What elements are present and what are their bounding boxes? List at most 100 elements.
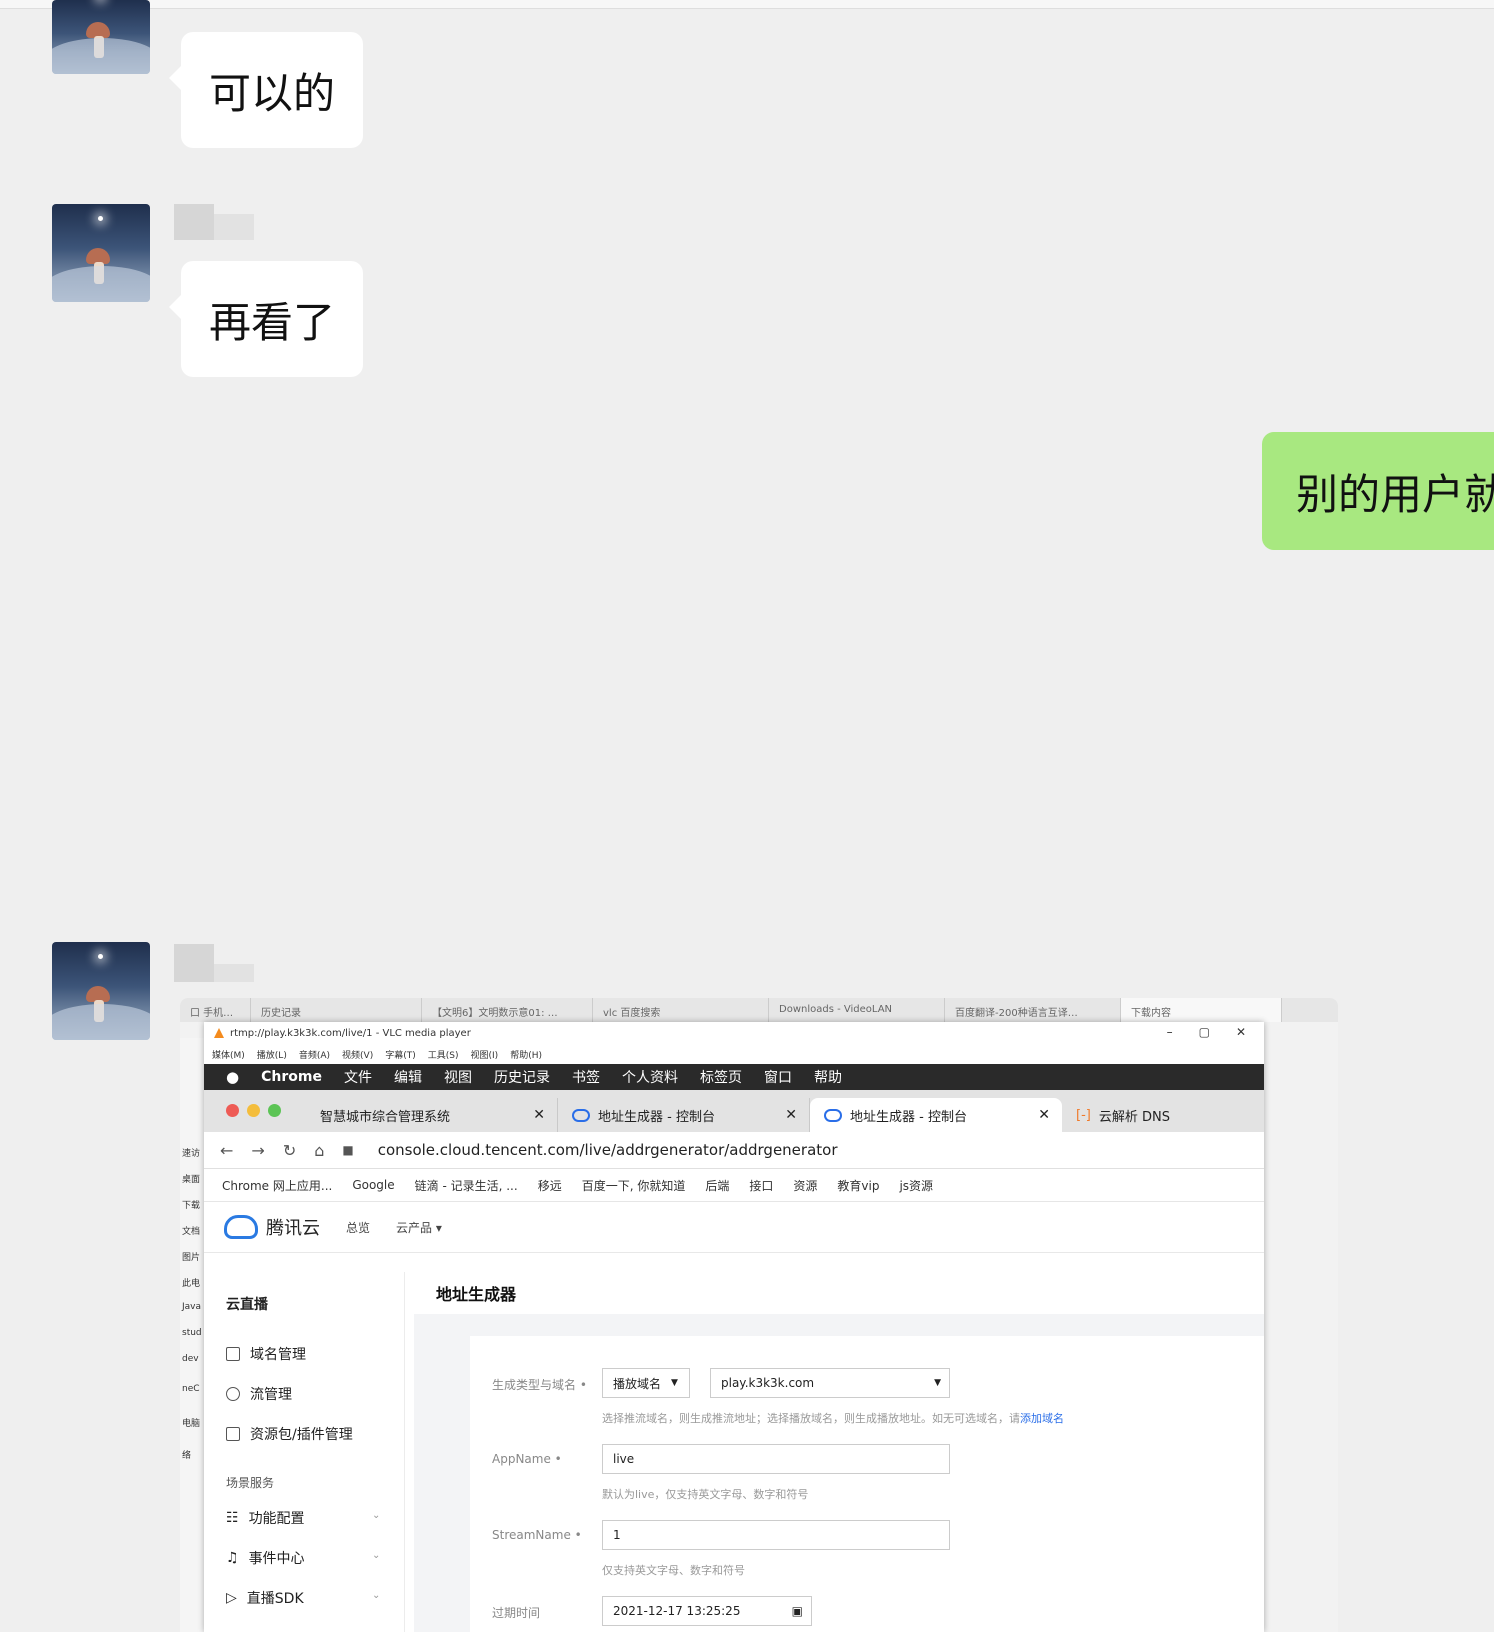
dns-icon: [-] (1076, 1107, 1091, 1123)
sidebar-item-label: 域名管理 (250, 1347, 306, 1363)
nav-item: 云产品 ▾ (396, 1220, 442, 1235)
avatar-cloud (52, 38, 150, 74)
field-label: 生成类型与域名 • (492, 1378, 587, 1392)
domain-icon (226, 1347, 240, 1361)
message-bubble[interactable]: 再看了 (168, 261, 364, 377)
mac-menu-item: 窗口 (763, 1070, 792, 1086)
console-body: 云直播 域名管理 流管理 资源包/插件管理 场景服务 ☷ 功能配置 ⌄ ♫ 事件中心… (204, 1272, 1264, 1632)
lock-icon: ■ (342, 1143, 354, 1157)
logo-text: 腾讯云 (266, 1218, 320, 1239)
explorer-item: 桌面 (182, 1175, 201, 1185)
explorer-item: 下载 (182, 1201, 201, 1211)
vlc-cone-icon (214, 1028, 224, 1038)
tencent-cloud-header: 腾讯云 总览 云产品 ▾ (204, 1202, 1264, 1253)
field-label: StreamName • (492, 1528, 582, 1542)
field-label: 过期时间 (492, 1606, 541, 1620)
field-label: AppName • (492, 1452, 562, 1466)
chrome-tab: 地址生成器 - 控制台 ✕ (558, 1098, 810, 1132)
domain-select: play.k3k3k.com ▼ (710, 1368, 950, 1398)
outer-tab: vlc 百度搜索 (593, 998, 769, 1022)
mac-menu-item: Chrome (261, 1069, 322, 1085)
type-select: 播放域名 ▼ (602, 1368, 690, 1398)
bell-icon: ♫ (226, 1550, 239, 1566)
chevron-down-icon: ⌄ (372, 1550, 381, 1561)
explorer-item: 文档 (182, 1227, 201, 1237)
chevron-down-icon: ▼ (671, 1378, 678, 1388)
url-text: console.cloud.tencent.com/live/addrgener… (377, 1141, 838, 1159)
chrome-tab: [-] 云解析 DNS (1062, 1098, 1222, 1132)
bookmark: 移远 (537, 1178, 562, 1193)
back-icon: ← (220, 1140, 234, 1160)
package-icon (226, 1427, 240, 1441)
outer-tab: 下载内容 (1121, 998, 1282, 1022)
explorer-item: dev (182, 1354, 199, 1364)
explorer-item: 速访 (182, 1149, 201, 1159)
field-hint: 默认为live，仅支持英文字母、数字和符号 (602, 1488, 809, 1501)
cloud-icon (824, 1108, 842, 1122)
mac-menu-item: 个人资料 (621, 1070, 678, 1086)
bookmark: 接口 (749, 1178, 774, 1193)
sidebar-item: 流管理 (226, 1384, 292, 1404)
bookmark: 资源 (793, 1178, 818, 1193)
avatar-star (98, 216, 103, 221)
image-message[interactable]: 口 手机… 历史记录 【文明6】文明数示意01: … vlc 百度搜索 Down… (180, 998, 1338, 1632)
outer-tab: 历史记录 (251, 998, 422, 1022)
mac-menu-item: 视图 (443, 1070, 472, 1086)
close-icon: ✕ (1235, 1025, 1246, 1039)
field-hint: 仅支持英文字母、数字和符号 (602, 1564, 745, 1577)
hint-text: 选择推流域名，则生成推流地址；选择播放域名，则生成播放地址。如无可选域名，请 (602, 1412, 1020, 1425)
window-controls: – ▢ ✕ (1167, 1025, 1246, 1039)
chrome-tabstrip: 智慧城市综合管理系统 ✕ 地址生成器 - 控制台 ✕ 地址生成器 - 控制台 ✕ [-… (204, 1090, 1264, 1132)
forward-icon: → (251, 1140, 265, 1160)
avatar[interactable] (52, 0, 150, 74)
outer-tab: 【文明6】文明数示意01: … (422, 998, 593, 1022)
console-main: 地址生成器 生成类型与域名 • 播放域名 ▼ play.k3k3k.com ▼ 选择… (414, 1272, 1264, 1632)
settings-icon: ☷ (226, 1510, 239, 1526)
vlc-menu-item: 视图(I) (470, 1050, 499, 1061)
add-domain-link: 添加域名 (1020, 1412, 1064, 1425)
apple-icon: ● (226, 1068, 240, 1086)
maximize-icon: ▢ (1198, 1025, 1210, 1039)
field-hint: 选择推流域名，则生成推流地址；选择播放域名，则生成播放地址。如无可选域名，请添加… (602, 1410, 1064, 1426)
message-bubble-self[interactable]: 别的用户就 (1262, 432, 1494, 550)
avatar[interactable] (52, 204, 150, 302)
console-sidebar: 云直播 域名管理 流管理 资源包/插件管理 场景服务 ☷ 功能配置 ⌄ ♫ 事件中心… (204, 1272, 405, 1632)
explorer-item: 络 (182, 1451, 192, 1461)
avatar-cloud (52, 1004, 150, 1040)
sidebar-item-label: 流管理 (250, 1387, 292, 1403)
vlc-menu-item: 音频(A) (298, 1050, 331, 1061)
chevron-down-icon: ⌄ (372, 1590, 381, 1601)
chrome-tab-label: 云解析 DNS (1098, 1109, 1170, 1125)
explorer-item: 电脑 (182, 1419, 201, 1429)
home-icon: ⌂ (314, 1140, 325, 1160)
message-bubble[interactable]: 可以的 (168, 32, 364, 148)
bookmark: js资源 (899, 1178, 934, 1193)
minimize-icon: – (1166, 1025, 1173, 1039)
mac-menu-item: 书签 (571, 1070, 600, 1086)
explorer-item: 此电 (182, 1279, 201, 1289)
sidebar-item: 资源包/插件管理 (226, 1424, 353, 1444)
expire-time-value: 2021-12-17 13:25:25 (613, 1604, 741, 1618)
bookmark: 教育vip (837, 1178, 880, 1193)
vlc-menubar: 媒体(M) 播放(L) 音频(A) 视频(V) 字幕(T) 工具(S) 视图(I… (204, 1044, 1264, 1064)
avatar[interactable] (52, 942, 150, 1040)
chrome-tab-label: 智慧城市综合管理系统 (320, 1109, 451, 1125)
page-title: 地址生成器 (414, 1272, 1264, 1314)
nav-item: 总览 (346, 1220, 371, 1235)
outer-tab: Downloads - VideoLAN (769, 998, 945, 1022)
chrome-tab-label: 地址生成器 - 控制台 (598, 1109, 715, 1125)
bookmark: 百度一下, 你就知道 (581, 1178, 686, 1193)
explorer-item: stud (182, 1328, 202, 1338)
vlc-menu-item: 媒体(M) (212, 1050, 245, 1061)
sidebar-item: ▷ 直播SDK (226, 1588, 304, 1608)
vlc-menu-item: 工具(S) (427, 1050, 459, 1061)
mac-menu-item: 标签页 (699, 1070, 742, 1086)
chrome-tab-active: 地址生成器 - 控制台 ✕ (810, 1098, 1062, 1132)
outer-browser-tabs: 口 手机… 历史记录 【文明6】文明数示意01: … vlc 百度搜索 Down… (180, 998, 1338, 1022)
vlc-titlebar: rtmp://play.k3k3k.com/live/1 - VLC media… (204, 1022, 1264, 1044)
vlc-menu-item: 帮助(H) (510, 1050, 542, 1061)
mac-menu-item: 文件 (343, 1070, 372, 1086)
chrome-tab: 智慧城市综合管理系统 ✕ (306, 1098, 558, 1132)
bookmark: 链滴 - 记录生活, ... (414, 1178, 518, 1193)
cloud-logo-icon (224, 1215, 258, 1239)
